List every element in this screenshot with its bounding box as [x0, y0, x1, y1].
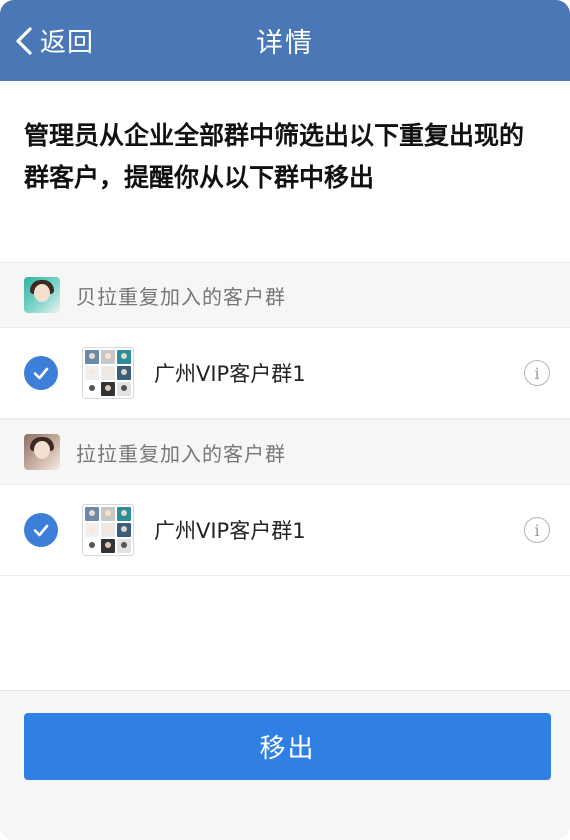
info-icon[interactable]: i	[524, 360, 550, 386]
checkbox-checked-icon[interactable]	[24, 356, 58, 390]
section-header-2: 拉拉重复加入的客户群	[0, 419, 570, 485]
back-label: 返回	[40, 28, 95, 58]
user-avatar	[24, 434, 60, 470]
chevron-left-icon	[16, 26, 32, 55]
section-header-1: 贝拉重复加入的客户群	[0, 262, 570, 328]
screen: 返回 详情 管理员从企业全部群中筛选出以下重复出现的群客户，提醒你从以下群中移出…	[0, 0, 570, 840]
remove-button[interactable]: 移出	[24, 713, 551, 780]
section-title: 拉拉重复加入的客户群	[76, 441, 286, 466]
group-avatar	[82, 347, 134, 399]
info-icon[interactable]: i	[524, 517, 550, 543]
nav-bar: 返回 详情	[0, 0, 570, 81]
footer-bar: 移出	[0, 690, 570, 840]
user-avatar	[24, 277, 60, 313]
group-row[interactable]: 广州VIP客户群1 i	[0, 485, 570, 576]
group-avatar	[82, 504, 134, 556]
back-button[interactable]: 返回	[14, 0, 94, 81]
group-row[interactable]: 广州VIP客户群1 i	[0, 328, 570, 419]
group-name: 广州VIP客户群1	[154, 362, 306, 386]
notice-text: 管理员从企业全部群中筛选出以下重复出现的群客户，提醒你从以下群中移出	[0, 81, 570, 262]
checkbox-checked-icon[interactable]	[24, 513, 58, 547]
section-title: 贝拉重复加入的客户群	[76, 284, 286, 309]
group-name: 广州VIP客户群1	[154, 519, 306, 543]
